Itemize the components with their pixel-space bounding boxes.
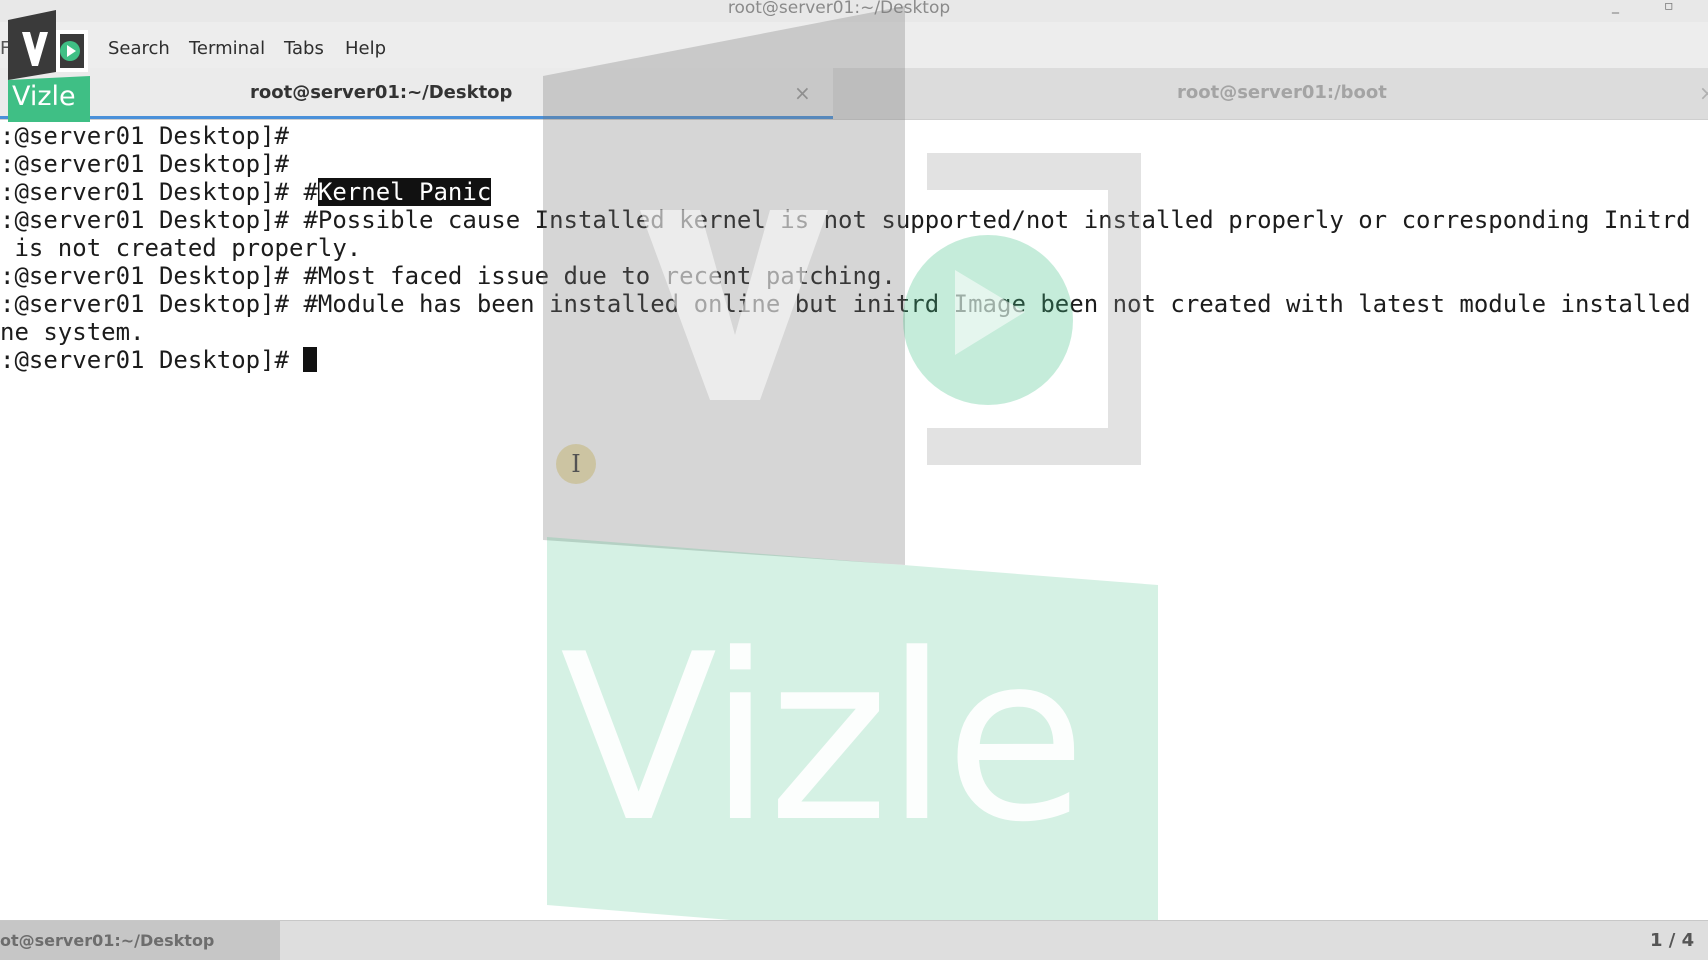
- maximize-icon[interactable]: ▫: [1664, 0, 1674, 14]
- prompt: @server01 Desktop]#: [14, 262, 304, 290]
- line-prefix: :: [0, 178, 15, 206]
- prompt: @server01 Desktop]#: [14, 346, 304, 374]
- tab-boot-label: root@server01:/boot: [1177, 82, 1387, 103]
- line-prefix: :: [0, 206, 15, 234]
- line-prefix: :: [0, 346, 15, 374]
- window-title: root@server01:~/Desktop: [727, 0, 951, 18]
- close-icon[interactable]: ×: [1699, 82, 1708, 104]
- close-icon[interactable]: ×: [794, 82, 811, 104]
- text-cursor-icon: I: [556, 444, 596, 484]
- menubar: File Edit Search Terminal Tabs Help: [0, 22, 1708, 68]
- terminal-line: :@server01 Desktop]# #Module has been in…: [0, 290, 1691, 318]
- line-text: #Possible cause Installed kernel is not …: [303, 206, 1691, 234]
- terminal-line: :@server01 Desktop]#: [0, 150, 289, 178]
- window-titlebar: root@server01:~/Desktop _ ▫: [0, 0, 1708, 23]
- line-text: ne system.: [0, 318, 145, 346]
- terminal-line: :@server01 Desktop]# #Kernel Panic: [0, 178, 492, 206]
- tab-bar: root@server01:~/Desktop × root@server01:…: [0, 68, 1708, 120]
- prompt: @server01 Desktop]#: [14, 122, 289, 150]
- terminal-area[interactable]: :@server01 Desktop]# :@server01 Desktop]…: [0, 120, 1708, 920]
- line-prefix: :: [0, 150, 15, 178]
- highlighted-text: Kernel Panic: [317, 178, 492, 206]
- tab-desktop[interactable]: root@server01:~/Desktop ×: [0, 68, 833, 119]
- line-prefix: :: [0, 290, 15, 318]
- status-tab-label: ot@server01:~/Desktop: [0, 931, 215, 950]
- prompt: @server01 Desktop]#: [14, 290, 304, 318]
- prompt: @server01 Desktop]#: [14, 178, 304, 206]
- page-indicator: 1 / 4: [1650, 930, 1695, 951]
- comment-hash: #: [303, 178, 318, 206]
- terminal-line: :@server01 Desktop]# #Most faced issue d…: [0, 262, 896, 290]
- menu-tabs[interactable]: Tabs: [284, 38, 324, 60]
- block-cursor: [303, 347, 318, 372]
- tab-boot[interactable]: root@server01:/boot ×: [833, 68, 1708, 119]
- menu-help[interactable]: Help: [345, 38, 386, 60]
- tab-desktop-label: root@server01:~/Desktop: [250, 82, 513, 103]
- line-text: #Most faced issue due to recent patching…: [303, 262, 896, 290]
- status-bar: ot@server01:~/Desktop 1 / 4: [0, 920, 1708, 960]
- line-prefix: :: [0, 262, 15, 290]
- menu-terminal[interactable]: Terminal: [189, 38, 265, 60]
- menu-search[interactable]: Search: [108, 38, 170, 60]
- prompt: @server01 Desktop]#: [14, 150, 289, 178]
- line-prefix: :: [0, 122, 15, 150]
- minimize-icon[interactable]: _: [1612, 0, 1619, 14]
- status-tab[interactable]: ot@server01:~/Desktop: [0, 921, 280, 960]
- menu-edit[interactable]: Edit: [38, 38, 73, 60]
- terminal-line: is not created properly.: [0, 234, 361, 262]
- line-text: #Module has been installed online but in…: [303, 290, 1691, 318]
- terminal-line: ne system.: [0, 318, 145, 346]
- menu-file[interactable]: File: [0, 38, 30, 60]
- screen: root@server01:~/Desktop _ ▫ File Edit Se…: [0, 0, 1708, 960]
- terminal-line: :@server01 Desktop]#: [0, 122, 289, 150]
- terminal-line: :@server01 Desktop]# #Possible cause Ins…: [0, 206, 1691, 234]
- terminal-line: :@server01 Desktop]#: [0, 346, 318, 374]
- line-text: is not created properly.: [0, 234, 362, 262]
- prompt: @server01 Desktop]#: [14, 206, 304, 234]
